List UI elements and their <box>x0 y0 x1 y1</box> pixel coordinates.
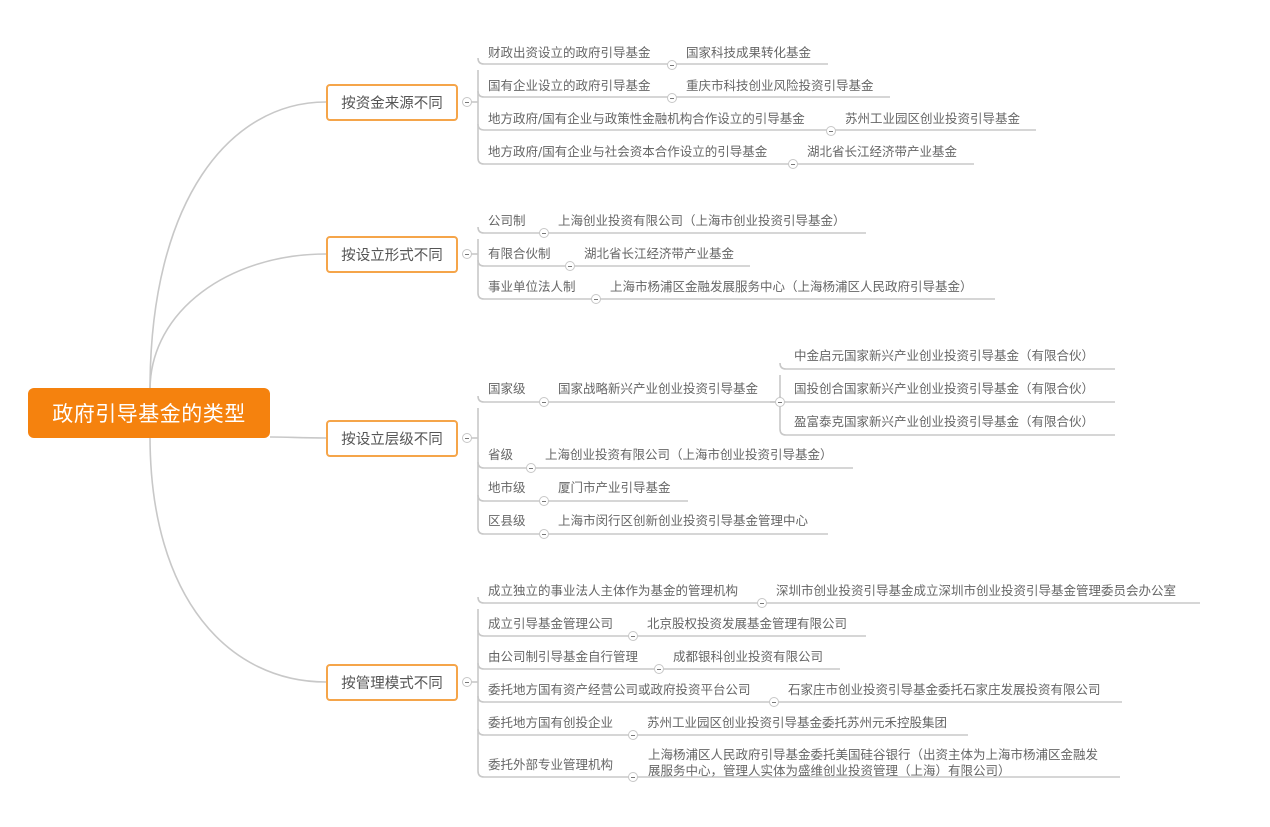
example-label[interactable]: 上海市闵行区创新创业投资引导基金管理中心 <box>558 513 808 529</box>
collapse-toggle[interactable] <box>462 677 472 687</box>
category-level[interactable]: 按设立层级不同 <box>326 420 458 457</box>
example-label[interactable]: 上海创业投资有限公司（上海市创业投资引导基金） <box>545 447 833 463</box>
example-label[interactable]: 国家科技成果转化基金 <box>686 45 811 61</box>
example-label[interactable]: 北京股权投资发展基金管理有限公司 <box>647 616 847 632</box>
example-label[interactable]: 湖北省长江经济带产业基金 <box>807 144 957 160</box>
category-funding-source[interactable]: 按资金来源不同 <box>326 84 458 121</box>
example-label[interactable]: 上海市杨浦区金融发展服务中心（上海杨浦区人民政府引导基金） <box>610 279 973 295</box>
root-link <box>149 253 327 391</box>
item-label[interactable]: 地方政府/国有企业与政策性金融机构合作设立的引导基金 <box>488 111 805 127</box>
collapse-toggle[interactable] <box>667 60 677 70</box>
root-node[interactable]: 政府引导基金的类型 <box>28 388 270 438</box>
root-link <box>149 101 327 391</box>
item-label[interactable]: 国有企业设立的政府引导基金 <box>488 78 651 94</box>
category-management-mode[interactable]: 按管理模式不同 <box>326 664 458 701</box>
collapse-toggle[interactable] <box>539 397 549 407</box>
collapse-toggle[interactable] <box>526 463 536 473</box>
collapse-toggle[interactable] <box>628 631 638 641</box>
collapse-toggle[interactable] <box>539 529 549 539</box>
root-link <box>269 436 327 439</box>
item-label[interactable]: 由公司制引导基金自行管理 <box>488 649 638 665</box>
item-label[interactable]: 省级 <box>488 447 513 463</box>
item-label[interactable]: 委托外部专业管理机构 <box>488 757 613 773</box>
item-label[interactable]: 成立独立的事业法人主体作为基金的管理机构 <box>488 583 738 599</box>
item-label[interactable]: 委托地方国有资产经营公司或政府投资平台公司 <box>488 682 751 698</box>
collapse-toggle[interactable] <box>565 261 575 271</box>
example-label[interactable]: 苏州工业园区创业投资引导基金 <box>845 111 1020 127</box>
collapse-toggle[interactable] <box>628 730 638 740</box>
collapse-toggle[interactable] <box>757 598 767 608</box>
collapse-toggle[interactable] <box>826 126 836 136</box>
item-label[interactable]: 事业单位法人制 <box>488 279 576 295</box>
example-label[interactable]: 上海杨浦区人民政府引导基金委托美国硅谷银行（出资主体为上海市杨浦区金融发展服务中… <box>648 747 1106 779</box>
collapse-toggle[interactable] <box>769 697 779 707</box>
sub-example-label[interactable]: 国投创合国家新兴产业创业投资引导基金（有限合伙） <box>794 381 1094 397</box>
sub-example-label[interactable]: 中金启元国家新兴产业创业投资引导基金（有限合伙） <box>794 348 1094 364</box>
collapse-toggle[interactable] <box>462 249 472 259</box>
item-label[interactable]: 委托地方国有创投企业 <box>488 715 613 731</box>
collapse-toggle[interactable] <box>788 159 798 169</box>
item-label[interactable]: 财政出资设立的政府引导基金 <box>488 45 651 61</box>
collapse-toggle[interactable] <box>775 397 785 407</box>
item-label[interactable]: 成立引导基金管理公司 <box>488 616 613 632</box>
example-label[interactable]: 成都银科创业投资有限公司 <box>673 649 823 665</box>
item-label[interactable]: 国家级 <box>488 381 526 397</box>
collapse-toggle[interactable] <box>628 772 638 782</box>
item-label[interactable]: 公司制 <box>488 213 526 229</box>
collapse-toggle[interactable] <box>539 228 549 238</box>
example-label[interactable]: 湖北省长江经济带产业基金 <box>584 246 734 262</box>
collapse-toggle[interactable] <box>591 294 601 304</box>
item-label[interactable]: 区县级 <box>488 513 526 529</box>
collapse-toggle[interactable] <box>654 664 664 674</box>
example-label[interactable]: 深圳市创业投资引导基金成立深圳市创业投资引导基金管理委员会办公室 <box>776 583 1176 599</box>
example-label[interactable]: 石家庄市创业投资引导基金委托石家庄发展投资有限公司 <box>788 682 1101 698</box>
item-label[interactable]: 地方政府/国有企业与社会资本合作设立的引导基金 <box>488 144 767 160</box>
example-label[interactable]: 厦门市产业引导基金 <box>558 480 671 496</box>
example-label[interactable]: 苏州工业园区创业投资引导基金委托苏州元禾控股集团 <box>647 715 947 731</box>
collapse-toggle[interactable] <box>462 433 472 443</box>
example-label[interactable]: 重庆市科技创业风险投资引导基金 <box>686 78 874 94</box>
root-link <box>149 435 327 683</box>
collapse-toggle[interactable] <box>667 93 677 103</box>
sub-example-label[interactable]: 盈富泰克国家新兴产业创业投资引导基金（有限合伙） <box>794 414 1094 430</box>
collapse-toggle[interactable] <box>462 97 472 107</box>
item-label[interactable]: 地市级 <box>488 480 526 496</box>
item-label[interactable]: 有限合伙制 <box>488 246 551 262</box>
example-label[interactable]: 上海创业投资有限公司（上海市创业投资引导基金） <box>558 213 846 229</box>
collapse-toggle[interactable] <box>539 496 549 506</box>
category-establishment-form[interactable]: 按设立形式不同 <box>326 236 458 273</box>
example-label[interactable]: 国家战略新兴产业创业投资引导基金 <box>558 381 758 397</box>
